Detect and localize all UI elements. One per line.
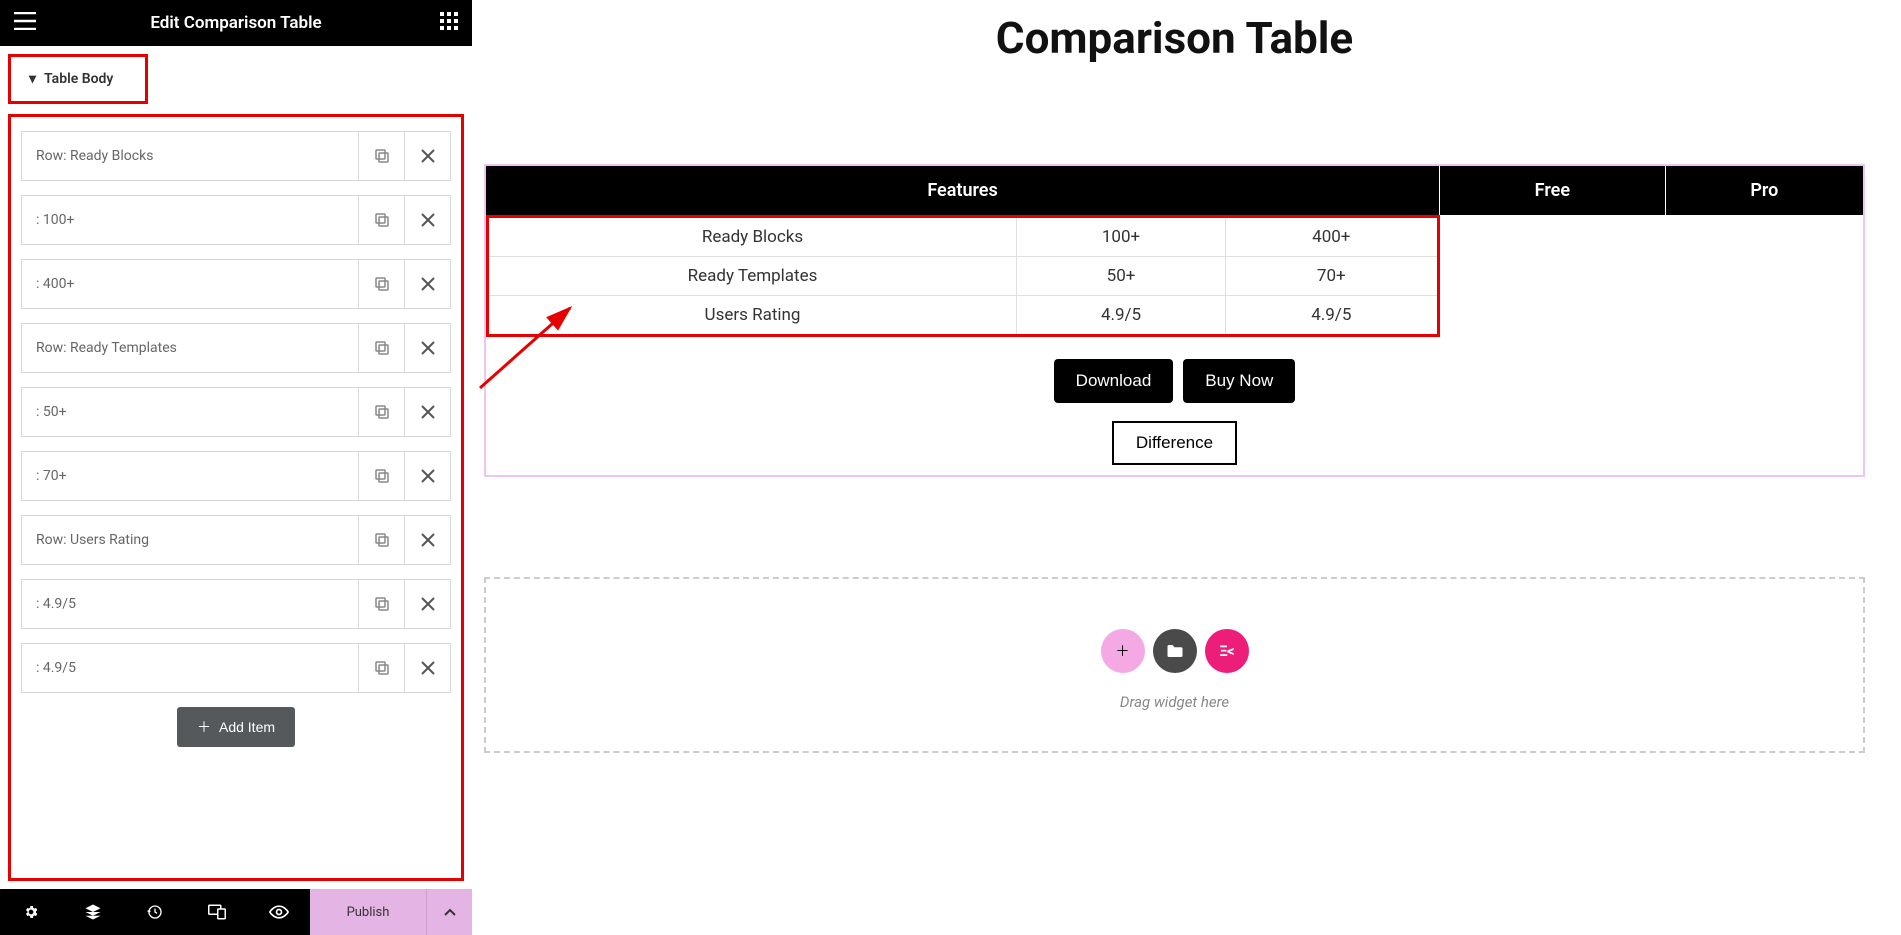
duplicate-icon[interactable] [358,452,404,500]
remove-icon[interactable] [404,196,450,244]
item-label[interactable]: : 50+ [22,388,358,436]
col-header: Pro [1665,166,1863,215]
button-row: Download Buy Now [486,359,1863,403]
remove-icon[interactable] [404,324,450,372]
item-label[interactable]: : 400+ [22,260,358,308]
remove-icon[interactable] [404,452,450,500]
repeater-item: Row: Ready Blocks [21,131,451,181]
repeater-item: Row: Ready Templates [21,323,451,373]
template-library-button[interactable] [1153,629,1197,673]
responsive-icon[interactable] [186,889,248,935]
navigator-icon[interactable] [62,889,124,935]
difference-row: Difference [486,421,1863,465]
table-head: Features Free Pro [486,166,1863,215]
page-title: Comparison Table [484,12,1865,64]
repeater-item: Row: Users Rating [21,515,451,565]
table-cell: Ready Templates [488,257,1017,296]
duplicate-icon[interactable] [358,644,404,692]
repeater-item: : 70+ [21,451,451,501]
panel-header: Edit Comparison Table [0,0,472,46]
section-label: Table Body [44,71,113,87]
items-container: Row: Ready Blocks : 100+ : 400+ Row: Rea… [8,114,464,881]
table-row: Ready Blocks100+400+ [488,217,1439,257]
table-row: Users Rating4.9/54.9/5 [488,296,1439,336]
table-cell: 4.9/5 [1017,296,1226,336]
section-table-body[interactable]: ▾ Table Body [8,54,148,104]
grid-icon[interactable] [440,12,458,34]
history-icon[interactable] [124,889,186,935]
panel-title: Edit Comparison Table [150,13,321,33]
table-cell: 4.9/5 [1226,296,1439,336]
editor-panel: Edit Comparison Table ▾ Table Body Row: … [0,0,472,935]
folder-icon [1166,643,1184,659]
repeater-item: : 100+ [21,195,451,245]
publish-button[interactable]: Publish [310,889,426,935]
item-label[interactable]: : 70+ [22,452,358,500]
table-cell: 400+ [1226,217,1439,257]
duplicate-icon[interactable] [358,580,404,628]
add-item-button[interactable]: ＋ Add Item [177,707,295,747]
panel-footer: Publish [0,889,472,935]
repeater-item: : 4.9/5 [21,643,451,693]
comparison-table: Features Free Pro Ready Blocks100+400+Re… [486,166,1863,337]
item-label[interactable]: Row: Ready Templates [22,324,358,372]
elementskit-button[interactable]: Ξ< [1205,629,1249,673]
caret-down-icon: ▾ [29,71,36,87]
duplicate-icon[interactable] [358,388,404,436]
footer-icons [0,889,310,935]
download-button[interactable]: Download [1054,359,1174,403]
preview-icon[interactable] [248,889,310,935]
repeater-item: : 4.9/5 [21,579,451,629]
remove-icon[interactable] [404,132,450,180]
table-cell: 50+ [1017,257,1226,296]
table-body: Ready Blocks100+400+Ready Templates50+70… [486,215,1440,337]
repeater-item: : 50+ [21,387,451,437]
add-section-button[interactable]: ＋ [1101,629,1145,673]
difference-button[interactable]: Difference [1112,421,1237,465]
table-cell: 70+ [1226,257,1439,296]
remove-icon[interactable] [404,260,450,308]
publish-label: Publish [347,905,390,920]
plus-icon: ＋ [197,717,211,737]
table-cell: 100+ [1017,217,1226,257]
remove-icon[interactable] [404,516,450,564]
preview-area: Comparison Table Features Free Pro Ready… [472,0,1901,935]
add-item-label: Add Item [219,719,275,735]
remove-icon[interactable] [404,580,450,628]
item-label[interactable]: : 4.9/5 [22,644,358,692]
item-label[interactable]: Row: Ready Blocks [22,132,358,180]
buy-now-button[interactable]: Buy Now [1183,359,1295,403]
col-header: Features [486,166,1440,215]
duplicate-icon[interactable] [358,132,404,180]
duplicate-icon[interactable] [358,516,404,564]
hamburger-icon[interactable] [14,12,36,34]
item-label[interactable]: : 100+ [22,196,358,244]
duplicate-icon[interactable] [358,324,404,372]
item-label[interactable]: Row: Users Rating [22,516,358,564]
col-header: Free [1440,166,1666,215]
ek-icon: Ξ< [1219,642,1233,660]
duplicate-icon[interactable] [358,260,404,308]
publish-options-button[interactable] [426,889,472,935]
table-cell: Ready Blocks [488,217,1017,257]
duplicate-icon[interactable] [358,196,404,244]
repeater-item: : 400+ [21,259,451,309]
drop-icons: ＋ Ξ< [1101,629,1249,673]
drop-section[interactable]: ＋ Ξ< Drag widget here [484,577,1865,753]
remove-icon[interactable] [404,388,450,436]
plus-icon: ＋ [1116,641,1130,661]
remove-icon[interactable] [404,644,450,692]
table-cell: Users Rating [488,296,1017,336]
comparison-widget[interactable]: Features Free Pro Ready Blocks100+400+Re… [484,164,1865,477]
table-row: Ready Templates50+70+ [488,257,1439,296]
item-label[interactable]: : 4.9/5 [22,580,358,628]
drop-hint: Drag widget here [1120,693,1229,711]
settings-icon[interactable] [0,889,62,935]
